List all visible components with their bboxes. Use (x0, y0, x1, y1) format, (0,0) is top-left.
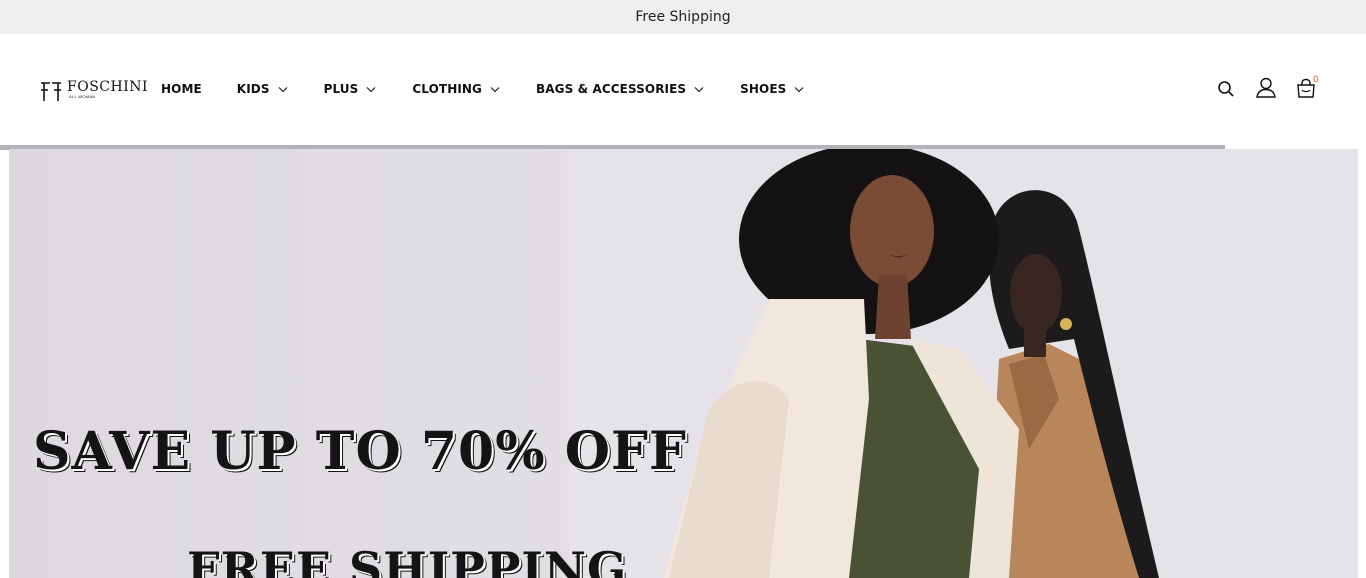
announcement-bar: Free Shipping (0, 0, 1366, 34)
nav-item-bags-accessories[interactable]: BAGS & ACCESSORIES (536, 82, 704, 96)
nav-item-label: SHOES (740, 82, 787, 96)
nav-item-shoes[interactable]: SHOES (740, 82, 804, 96)
chevron-down-icon (278, 86, 287, 92)
chevron-down-icon (367, 86, 376, 92)
user-icon[interactable] (1255, 76, 1277, 98)
main-nav: HOME KIDS PLUS CLOTHING BAGS & ACCESSORI… (161, 81, 840, 97)
brand-name: FOSCHINI (67, 79, 149, 95)
announcement-text: Free Shipping (635, 9, 731, 25)
nav-item-label: PLUS (323, 82, 359, 96)
cart-count-badge: 0 (1313, 75, 1319, 85)
hero-headline: SAVE UP TO 70% OFF (33, 421, 687, 482)
chevron-down-icon (490, 86, 500, 92)
site-header: FOSCHINI ALL WOMAN HOME KIDS PLUS CLOTHI… (0, 34, 1366, 145)
nav-item-label: CLOTHING (412, 82, 483, 96)
brand-logo[interactable]: FOSCHINI ALL WOMAN (40, 80, 148, 102)
hero-subheadline: FREE SHIPPING (187, 542, 628, 578)
hero-models-image (569, 149, 1358, 578)
nav-item-label: BAGS & ACCESSORIES (536, 82, 687, 96)
search-icon[interactable] (1215, 78, 1237, 100)
brand-wordmark: FOSCHINI ALL WOMAN (67, 80, 148, 99)
nav-item-label: KIDS (236, 82, 270, 96)
chevron-down-icon (694, 86, 704, 92)
nav-item-clothing[interactable]: CLOTHING (412, 82, 500, 96)
chevron-down-icon (795, 86, 804, 92)
nav-item-label: HOME (161, 82, 202, 96)
nav-item-home[interactable]: HOME (161, 82, 202, 96)
brand-tagline: ALL WOMAN (69, 94, 96, 99)
brand-monogram-icon (41, 82, 61, 101)
nav-item-plus[interactable]: PLUS (324, 82, 377, 96)
nav-item-kids[interactable]: KIDS (237, 82, 288, 96)
hero-banner[interactable]: SAVE UP TO 70% OFF FREE SHIPPING (9, 149, 1358, 578)
